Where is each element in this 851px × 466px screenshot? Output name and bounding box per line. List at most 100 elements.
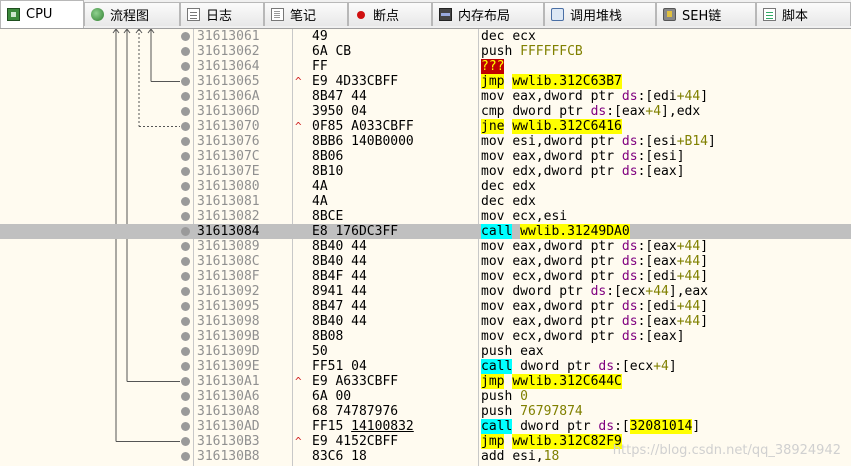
disassembly-token: ds [621, 314, 638, 329]
address: 31613098 [197, 314, 260, 329]
breakpoint-dot-icon[interactable] [181, 407, 190, 416]
disassembly-token: edx [512, 164, 536, 179]
tab-memory-map[interactable]: 内存布局 [432, 2, 544, 26]
disassembly-token: mov [481, 209, 513, 224]
breakpoint-dot-icon[interactable] [181, 392, 190, 401]
tab-call-stack[interactable]: 调用堆栈 [544, 2, 656, 26]
instruction-row[interactable]: 3161307C 8B06 mov eax,dword ptr ds:[esi] [0, 149, 851, 164]
tab-seh-chain[interactable]: SEH链 [656, 2, 756, 26]
instruction-row[interactable]: 3161308F 8B4F 44 mov ecx,dword ptr ds:[edi… [0, 269, 851, 284]
instruction-row[interactable]: 31613080 4A dec edx [0, 179, 851, 194]
breakpoint-dot-icon[interactable] [181, 257, 190, 266]
instruction-row[interactable]: 31613089 8B40 44 mov eax,dword ptr ds:[eax… [0, 239, 851, 254]
instruction-row[interactable]: 31613062 6A CB push FFFFFFCB [0, 44, 851, 59]
disassembly-token: edx [512, 194, 536, 209]
opcode-bytes: 83C6 18 [312, 449, 367, 464]
disassembly-token: , [535, 314, 544, 329]
tab-script[interactable]: 脚本 [756, 2, 851, 26]
instruction-row[interactable]: 3161309D 50 push eax [0, 344, 851, 359]
disassembly-token: :[ [637, 269, 654, 284]
breakpoint-dot-icon[interactable] [181, 197, 190, 206]
breakpoint-dot-icon[interactable] [181, 347, 190, 356]
instruction-row[interactable]: 31613082 8BCE mov ecx,esi [0, 209, 851, 224]
tab-flowchart[interactable]: 流程图 [84, 2, 180, 26]
instruction-row[interactable]: 3161308C 8B40 44 mov eax,dword ptr ds:[eax… [0, 254, 851, 269]
breakpoint-dot-icon[interactable] [181, 437, 190, 446]
instruction-row[interactable]: 3161309E FF51 04 call dword ptr ds:[ecx+4] [0, 359, 851, 374]
breakpoint-dot-icon[interactable] [181, 452, 190, 461]
breakpoint-dot-icon[interactable] [181, 422, 190, 431]
address: 31613076 [197, 134, 260, 149]
instruction-row[interactable]: 316130A8 68 74787976 push 76797874 [0, 404, 851, 419]
jump-marker-icon: ^ [295, 75, 302, 88]
disassembly-token: mov [481, 149, 513, 164]
breakpoint-dot-icon[interactable] [181, 272, 190, 281]
selected-instruction-row[interactable]: 31613084 E8 176DC3FF call wwlib.31249DA0 [0, 224, 851, 239]
opcode-bytes-text: 68 74787976 [312, 404, 399, 419]
disassembly-token: ecx [629, 359, 654, 374]
instruction-row[interactable]: 3161309B 8B08 mov ecx,dword ptr ds:[eax] [0, 329, 851, 344]
opcode-bytes: 8BB6 140B0000 [312, 134, 414, 149]
opcode-bytes: 8B40 44 [312, 239, 367, 254]
breakpoint-dot-icon[interactable] [181, 227, 190, 236]
disassembly-token: , [535, 449, 544, 464]
breakpoint-dot-icon[interactable] [181, 47, 190, 56]
memory-map-icon [439, 8, 452, 21]
disassembly-text: dec edx [481, 194, 536, 209]
opcode-bytes-text: 4A [312, 179, 328, 194]
instruction-row[interactable]: 31613070 ^ 0F85 A033CBFF jne wwlib.312C6416 [0, 119, 851, 134]
instruction-row[interactable]: 3161307E 8B10 mov edx,dword ptr ds:[eax] [0, 164, 851, 179]
tab-log[interactable]: 日志 [180, 2, 264, 26]
breakpoint-dot-icon[interactable] [181, 377, 190, 386]
breakpoint-dot-icon[interactable] [181, 362, 190, 371]
instruction-row[interactable]: 31613065 ^ E9 4D33CBFF jmp wwlib.312C63B7 [0, 74, 851, 89]
breakpoint-dot-icon[interactable] [181, 182, 190, 191]
instruction-row[interactable]: 316130AD FF15 14100832 call dword ptr ds:[… [0, 419, 851, 434]
instruction-row[interactable]: 31613098 8B40 44 mov eax,dword ptr ds:[eax… [0, 314, 851, 329]
disassembly-token: edi [653, 269, 677, 284]
watermark: https://blog.csdn.net/qq_38924942 [612, 443, 841, 458]
instruction-row[interactable]: 316130A6 6A 00 push 0 [0, 389, 851, 404]
disassembly-token: eax [653, 254, 677, 269]
opcode-bytes-text: 4A [312, 194, 328, 209]
breakpoint-dot-icon[interactable] [181, 287, 190, 296]
disassembly-token: add [481, 449, 513, 464]
instruction-row[interactable]: 316130A1 ^ E9 A633CBFF jmp wwlib.312C644C [0, 374, 851, 389]
disassembly-token: eax [512, 299, 536, 314]
jump-marker-icon: ^ [295, 435, 302, 448]
instruction-row[interactable]: 31613081 4A dec edx [0, 194, 851, 209]
breakpoint-dot-icon[interactable] [181, 107, 190, 116]
breakpoint-dot-icon[interactable] [181, 62, 190, 71]
tab-notes[interactable]: 笔记 [264, 2, 348, 26]
disassembly-token: dword ptr [520, 419, 599, 434]
tab-cpu[interactable]: CPU [0, 0, 84, 28]
breakpoint-dot-icon[interactable] [181, 332, 190, 341]
disassembly-token: ] [700, 89, 709, 104]
breakpoint-dot-icon[interactable] [181, 167, 190, 176]
opcode-bytes-text: FF15 [312, 419, 352, 434]
seh-chain-icon [663, 8, 676, 21]
instruction-row[interactable]: 3161306A 8B47 44 mov eax,dword ptr ds:[edi… [0, 89, 851, 104]
instruction-row[interactable]: 31613092 8941 44 mov dword ptr ds:[ecx+44]… [0, 284, 851, 299]
breakpoint-dot-icon[interactable] [181, 137, 190, 146]
instruction-row[interactable]: 31613061 49 dec ecx [0, 29, 851, 44]
disassembly-view[interactable]: 31613061 49 dec ecx 31613062 6A CB push FFFFF… [0, 29, 851, 466]
breakpoint-dot-icon[interactable] [181, 212, 190, 221]
breakpoint-dot-icon[interactable] [181, 122, 190, 131]
breakpoint-dot-icon[interactable] [181, 302, 190, 311]
disassembly-token: , [535, 239, 544, 254]
breakpoint-dot-icon[interactable] [181, 152, 190, 161]
breakpoint-dot-icon[interactable] [181, 317, 190, 326]
tab-breakpoint[interactable]: 断点 [348, 2, 432, 26]
breakpoint-dot-icon[interactable] [181, 92, 190, 101]
disassembly-token: eax [653, 314, 677, 329]
instruction-row[interactable]: 31613095 8B47 44 mov eax,dword ptr ds:[edi… [0, 299, 851, 314]
instruction-row[interactable]: 31613064 FF??? [0, 59, 851, 74]
opcode-bytes: 50 [312, 344, 328, 359]
instruction-row[interactable]: 31613076 8BB6 140B0000 mov esi,dword ptr d… [0, 134, 851, 149]
breakpoint-dot-icon[interactable] [181, 77, 190, 86]
disassembly-token: :[ [637, 254, 654, 269]
breakpoint-dot-icon[interactable] [181, 32, 190, 41]
breakpoint-dot-icon[interactable] [181, 242, 190, 251]
instruction-row[interactable]: 3161306D 3950 04 cmp dword ptr ds:[eax+4],… [0, 104, 851, 119]
